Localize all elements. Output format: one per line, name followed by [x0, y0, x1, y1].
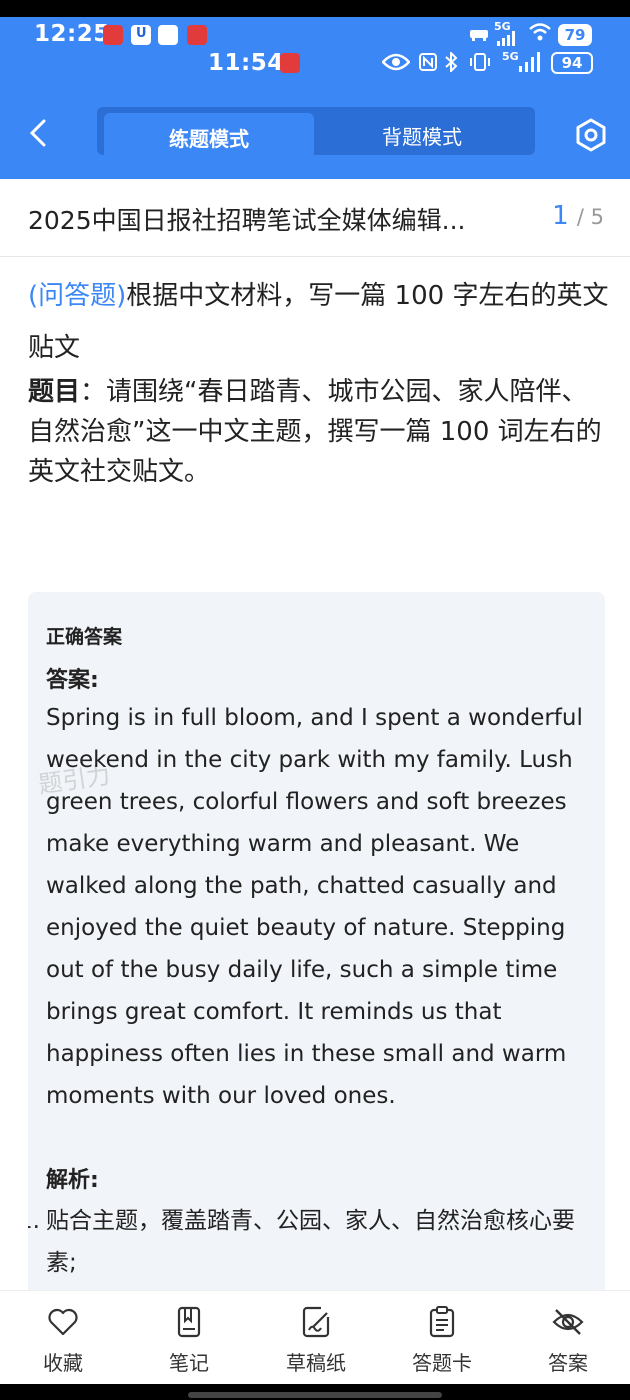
- favorite-label: 收藏: [43, 1351, 83, 1375]
- wifi-icon: [528, 22, 552, 46]
- tab-memorize-mode[interactable]: 背题模式: [315, 113, 529, 161]
- status-time-bottom: 11:54: [208, 50, 284, 76]
- settings-button[interactable]: [573, 117, 609, 153]
- app-notification-icon: [103, 25, 123, 45]
- bluetooth-icon: [444, 50, 458, 76]
- answer-sheet-label: 答题卡: [412, 1351, 472, 1375]
- back-button[interactable]: [22, 115, 58, 151]
- paper-title-row: 2025中国日报社招聘笔试全媒体编辑... 1 / 5: [0, 179, 630, 257]
- draft-paper-button[interactable]: 草稿纸: [266, 1305, 366, 1376]
- eye-off-icon: [552, 1309, 584, 1335]
- page-counter[interactable]: 1 / 5: [552, 201, 604, 231]
- bottom-toolbar: 收藏 笔记 草稿纸 答题卡 答案: [0, 1290, 630, 1384]
- favorite-button[interactable]: 收藏: [13, 1305, 113, 1376]
- heart-icon: [48, 1308, 78, 1336]
- nfc-icon: [418, 52, 438, 76]
- signal-icon: [496, 30, 518, 50]
- battery-bottom: 94: [551, 52, 593, 74]
- gear-icon: [576, 118, 606, 152]
- topic-label: 题目: [28, 377, 81, 407]
- show-answer-label: 答案: [548, 1351, 588, 1375]
- app-notification-icon: [131, 25, 151, 45]
- paper-title: 2025中国日报社招聘笔试全媒体编辑...: [28, 206, 466, 235]
- analysis-label: 解析:: [46, 1168, 99, 1193]
- battery-top: 79: [558, 24, 592, 46]
- tab-practice-mode[interactable]: 练题模式: [104, 113, 314, 165]
- analysis-item-text: 贴合主题，覆盖踏青、公园、家人、自然治愈核心要素;: [46, 1208, 575, 1276]
- app-notification-icon: [158, 25, 178, 45]
- question-topic: 题目：请围绕“春日踏青、城市公园、家人陪伴、自然治愈”这一中文主题，撰写一篇 1…: [28, 372, 612, 492]
- status-time-top: 12:25: [34, 21, 110, 47]
- vibrate-icon: [468, 52, 492, 76]
- analysis-list: 1. 贴合主题，覆盖踏青、公园、家人、自然治愈核心要素;: [28, 1200, 594, 1284]
- mode-tabs: 练题模式 背题模式: [97, 107, 535, 165]
- notes-label: 笔记: [169, 1351, 209, 1375]
- chevron-left-icon: [29, 119, 46, 147]
- answer-label: 答案:: [46, 668, 99, 693]
- draft-paper-label: 草稿纸: [286, 1351, 346, 1375]
- answer-sheet-button[interactable]: 答题卡: [392, 1305, 492, 1376]
- app-notification-icon: [280, 53, 300, 73]
- topic-text: ：请围绕“春日踏青、城市公园、家人陪伴、自然治愈”这一中文主题，撰写一篇 100…: [28, 377, 602, 487]
- eye-icon: [381, 52, 411, 76]
- show-answer-button[interactable]: 答案: [518, 1305, 618, 1376]
- network-type-bottom: 5G: [502, 50, 519, 63]
- notes-button[interactable]: 笔记: [139, 1305, 239, 1376]
- top-app-bar: 练题模式 背题模式: [0, 85, 630, 179]
- page-total: / 5: [576, 205, 604, 229]
- notebook-icon: [177, 1306, 201, 1338]
- answer-card: 题引力 正确答案 答案: Spring is in full bloom, an…: [28, 592, 605, 1312]
- signal-icon: [518, 52, 542, 76]
- home-indicator[interactable]: [188, 1392, 442, 1398]
- correct-answer-heading: 正确答案: [46, 626, 123, 648]
- draft-icon: [302, 1306, 330, 1338]
- analysis-item-number: 1.: [28, 1208, 40, 1234]
- page-current: 1: [552, 201, 569, 231]
- question-prompt: (问答题)根据中文材料，写一篇 100 字左右的英文贴文: [28, 270, 612, 374]
- answer-sheet-icon: [429, 1306, 455, 1338]
- question-type-label: (问答题): [28, 281, 127, 311]
- answer-text: Spring is in full bloom, and I spent a w…: [46, 705, 583, 1109]
- status-bar: 12:25 5G 79 11:54 5G: [0, 0, 630, 85]
- app-notification-icon: [187, 25, 207, 45]
- network-icon: [468, 24, 490, 46]
- screen: 12:25 5G 79 11:54 5G: [0, 0, 630, 1400]
